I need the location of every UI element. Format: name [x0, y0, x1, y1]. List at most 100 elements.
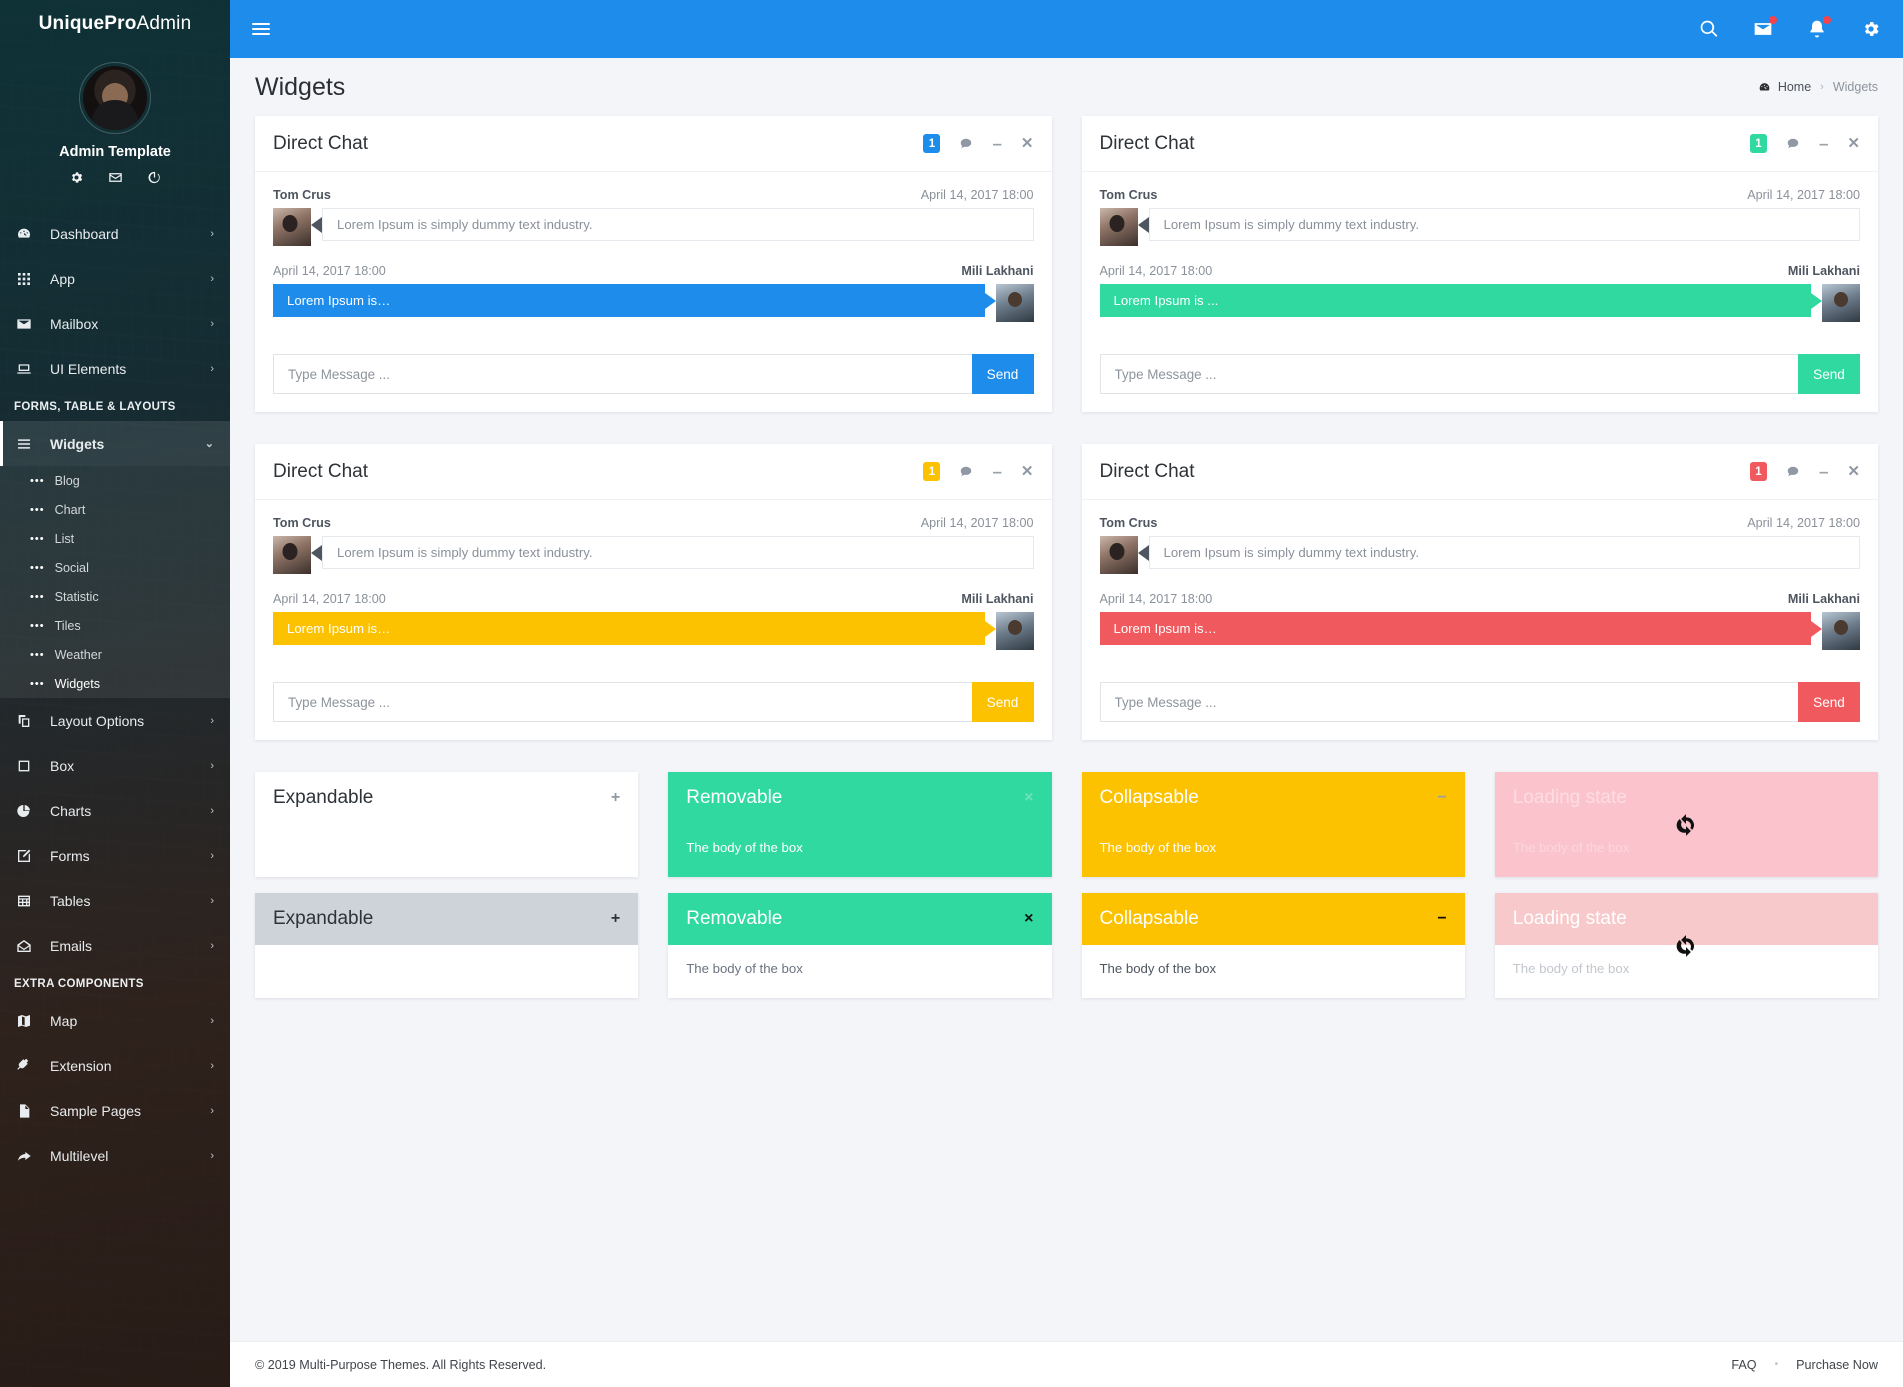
- small-box: Loading state The body of the box: [1494, 772, 1878, 877]
- sidebar-subitem-statistic[interactable]: ••• Statistic: [0, 582, 230, 611]
- small-box: Expandable +: [255, 893, 639, 998]
- comment-icon[interactable]: [959, 465, 973, 479]
- comment-icon[interactable]: [959, 137, 973, 151]
- chat-bubble-wrap: Lorem Ipsum is ...: [1099, 284, 1822, 317]
- dots-icon: •••: [30, 677, 45, 690]
- chat-timestamp: April 14, 2017 18:00: [273, 264, 386, 278]
- chevron-right-icon: ›: [210, 1014, 214, 1027]
- sidebar-subitem-blog[interactable]: ••• Blog: [0, 466, 230, 495]
- dots-icon: •••: [30, 561, 45, 574]
- sidebar-item-box[interactable]: Box ›: [0, 743, 230, 788]
- sidebar-item-map[interactable]: Map ›: [0, 998, 230, 1043]
- search-icon[interactable]: [1699, 19, 1719, 39]
- chevron-right-icon: ›: [210, 1149, 214, 1162]
- sidebar-item-extension[interactable]: Extension ›: [0, 1043, 230, 1088]
- sidebar-item-sample-pages[interactable]: Sample Pages ›: [0, 1088, 230, 1133]
- sidebar-item-ui-elements[interactable]: UI Elements ›: [0, 346, 230, 391]
- pie-icon: [16, 803, 42, 819]
- sidebar-item-charts[interactable]: Charts ›: [0, 788, 230, 833]
- sidebar-item-multilevel[interactable]: Multilevel ›: [0, 1133, 230, 1178]
- send-button[interactable]: Send: [1798, 354, 1860, 394]
- footer-link-purchase[interactable]: Purchase Now: [1796, 1358, 1878, 1372]
- small-box-action-remove-icon[interactable]: ×: [1024, 789, 1033, 807]
- sidebar-subitem-weather[interactable]: ••• Weather: [0, 640, 230, 669]
- send-button[interactable]: Send: [971, 354, 1034, 394]
- mail-icon[interactable]: [108, 170, 123, 185]
- avatar[interactable]: [79, 62, 151, 134]
- sidebar-subitem-label: Tiles: [54, 618, 81, 633]
- bubble-tip: [1137, 217, 1149, 233]
- chat-timestamp: April 14, 2017 18:00: [920, 516, 1034, 530]
- chat-message-input[interactable]: [273, 354, 972, 394]
- chat-bubble-wrap: Lorem Ipsum is…: [273, 284, 996, 317]
- sidebar-item-widgets[interactable]: Widgets ⌄: [0, 421, 230, 466]
- sidebar-item-label: Sample Pages: [50, 1102, 142, 1119]
- breadcrumb-home[interactable]: Home: [1758, 80, 1811, 94]
- breadcrumb: Home › Widgets: [1758, 80, 1878, 94]
- breadcrumb-current: Widgets: [1832, 80, 1878, 94]
- small-box-action-collapse-icon[interactable]: −: [1437, 789, 1446, 807]
- sidebar-subitem-label: Statistic: [54, 589, 99, 604]
- page-title: Widgets: [255, 72, 346, 101]
- gear-icon[interactable]: [69, 170, 84, 185]
- small-box: Collapsable − The body of the box: [1081, 772, 1465, 877]
- sidebar-item-app[interactable]: App ›: [0, 256, 230, 301]
- sidebar-subitem-social[interactable]: ••• Social: [0, 553, 230, 582]
- small-box-title: Removable: [686, 787, 783, 808]
- sidebar-subitem-tiles[interactable]: ••• Tiles: [0, 611, 230, 640]
- send-button[interactable]: Send: [971, 682, 1034, 722]
- chat-message-text: Lorem Ipsum is simply dummy text industr…: [1148, 208, 1860, 241]
- sidebar-item-emails[interactable]: Emails ›: [0, 923, 230, 968]
- sidebar-nav: Dashboard › App › Mailbox › UI Elements …: [0, 211, 230, 1178]
- chat-message-meta: Tom Crus April 14, 2017 18:00: [273, 516, 1034, 530]
- close-icon[interactable]: ✕: [1847, 464, 1860, 479]
- comment-icon[interactable]: [1786, 137, 1800, 151]
- sidebar-item-tables[interactable]: Tables ›: [0, 878, 230, 923]
- power-icon[interactable]: [147, 170, 162, 185]
- small-box-action-expand-icon[interactable]: +: [611, 789, 620, 807]
- close-icon[interactable]: ✕: [1021, 464, 1034, 479]
- send-button[interactable]: Send: [1798, 682, 1860, 722]
- small-box-action-collapse-icon[interactable]: −: [1437, 910, 1446, 928]
- sidebar-item-dashboard[interactable]: Dashboard ›: [0, 211, 230, 256]
- sidebar-subitem-label: Blog: [54, 473, 80, 488]
- chat-message-input[interactable]: [1099, 354, 1798, 394]
- sidebar-item-mailbox[interactable]: Mailbox ›: [0, 301, 230, 346]
- chat-messages: Tom Crus April 14, 2017 18:00 Lorem Ipsu…: [255, 500, 1052, 682]
- grid-icon: [16, 271, 42, 287]
- brand-name-light: Admin: [136, 13, 192, 34]
- chat-input-row: Send: [255, 354, 1052, 412]
- chat-message-outgoing: Lorem Ipsum is…: [273, 612, 1034, 650]
- brand-logo[interactable]: UniquePro Admin: [0, 0, 230, 48]
- dashboard-icon: [1759, 82, 1770, 90]
- map-icon: [16, 1013, 42, 1029]
- brand-name-bold: UniquePro: [38, 13, 137, 34]
- mail-icon[interactable]: [1753, 16, 1777, 39]
- sidebar-item-forms[interactable]: Forms ›: [0, 833, 230, 878]
- sidebar: UniquePro Admin Admin Template Dashboard…: [0, 0, 230, 1387]
- gear-icon[interactable]: [1861, 19, 1881, 39]
- chat-row-1: Direct Chat 1 – ✕ Tom Crus April 14, 201…: [255, 116, 1878, 444]
- sidebar-subitem-list[interactable]: ••• List: [0, 524, 230, 553]
- unread-badge: 1: [923, 462, 941, 481]
- chat-message-text: Lorem Ipsum is simply dummy text industr…: [322, 208, 1034, 241]
- chat-message-input[interactable]: [273, 682, 972, 722]
- sidebar-item-layout-options[interactable]: Layout Options ›: [0, 698, 230, 743]
- chat-card-tools: 1 – ✕: [1749, 462, 1860, 481]
- sidebar-subitem-chart[interactable]: ••• Chart: [0, 495, 230, 524]
- bell-icon[interactable]: [1807, 16, 1831, 39]
- close-icon[interactable]: ✕: [1847, 136, 1860, 151]
- hamburger-menu-icon[interactable]: [252, 23, 270, 35]
- small-box-action-expand-icon[interactable]: +: [611, 910, 620, 928]
- small-box-action-remove-icon[interactable]: ×: [1024, 910, 1033, 928]
- chevron-right-icon: ›: [210, 272, 214, 285]
- profile-name: Admin Template: [59, 144, 171, 160]
- close-icon[interactable]: ✕: [1021, 136, 1034, 151]
- chat-message-input[interactable]: [1099, 682, 1798, 722]
- footer-link-faq[interactable]: FAQ: [1731, 1358, 1756, 1372]
- sidebar-subitem-widgets[interactable]: ••• Widgets: [0, 669, 230, 698]
- direct-chat-card: Direct Chat 1 – ✕ Tom Crus April 14, 201…: [1081, 116, 1878, 412]
- comment-icon[interactable]: [1786, 465, 1800, 479]
- sidebar-subitem-label: Chart: [54, 502, 86, 517]
- footer-separator: •: [1774, 1359, 1779, 1370]
